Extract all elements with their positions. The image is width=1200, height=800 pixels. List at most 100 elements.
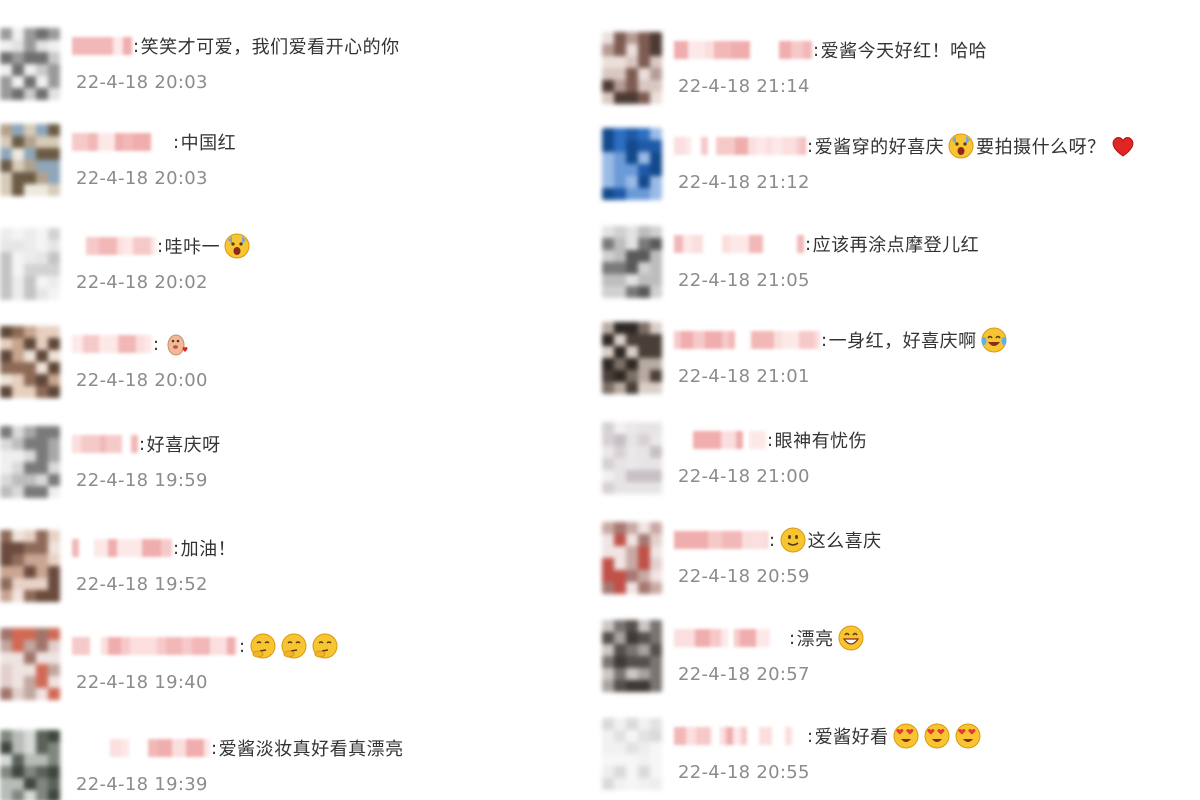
- username-blurred[interactable]: [674, 529, 768, 551]
- comment-item: : 22-4-18 20:00: [0, 326, 590, 406]
- comment-item: : 中国红 22-4-18 20:03: [0, 124, 590, 204]
- name-separator: :: [133, 35, 140, 57]
- username-blurred[interactable]: [72, 131, 172, 153]
- avatar[interactable]: [0, 124, 60, 196]
- username-blurred[interactable]: [674, 233, 804, 255]
- comment-timestamp: 22-4-18 21:00: [678, 466, 810, 487]
- avatar[interactable]: [0, 228, 60, 300]
- username-blurred[interactable]: [674, 39, 812, 61]
- name-separator: :: [239, 635, 246, 657]
- comment-line: : 爱酱好看: [674, 722, 982, 750]
- comment-column-right: : 爱酱今天好红！哈哈 22-4-18 21:14 : 爱酱穿的好喜庆 要拍摄什么呀？ 22…: [602, 0, 1200, 800]
- name-separator: :: [789, 627, 796, 649]
- username-blurred[interactable]: [674, 429, 766, 451]
- comment-text: 爱酱淡妆真好看真漂亮: [218, 739, 404, 760]
- name-separator: :: [821, 329, 828, 351]
- comment-item: : 爱酱好看 22-4-18 20:55: [602, 718, 1192, 798]
- comment-text: 一身红，好喜庆啊: [828, 331, 977, 352]
- comment-timestamp: 22-4-18 19:59: [76, 470, 208, 491]
- name-separator: :: [153, 333, 160, 355]
- comment-timestamp: 22-4-18 21:05: [678, 270, 810, 291]
- scream-emoji-icon: [947, 132, 975, 160]
- username-blurred[interactable]: [72, 737, 210, 759]
- avatar[interactable]: [0, 426, 60, 498]
- comment-timestamp: 22-4-18 20:03: [76, 168, 208, 189]
- avatar[interactable]: [0, 326, 60, 398]
- name-separator: :: [173, 131, 180, 153]
- comment-text: 哇咔一: [164, 237, 221, 258]
- doge-heart-emoji-icon: [163, 330, 191, 358]
- name-separator: :: [211, 737, 218, 759]
- grin-emoji-icon: [837, 624, 865, 652]
- name-separator: :: [767, 429, 774, 451]
- avatar[interactable]: [602, 718, 662, 790]
- comment-text: 爱酱今天好红！哈哈: [820, 41, 988, 62]
- username-blurred[interactable]: [72, 235, 156, 257]
- comment-item: : 笑笑才可爱，我们爱看开心的你 22-4-18 20:03: [0, 28, 590, 108]
- thinking-emoji-icon: [280, 632, 308, 660]
- username-blurred[interactable]: [72, 35, 132, 57]
- comment-item: : 一身红，好喜庆啊 22-4-18 21:01: [602, 322, 1192, 402]
- comment-item: : 漂亮 22-4-18 20:57: [602, 620, 1192, 700]
- comment-item: : 应该再涂点摩登儿红 22-4-18 21:05: [602, 226, 1192, 306]
- comment-line: :: [72, 632, 339, 660]
- username-blurred[interactable]: [674, 135, 806, 157]
- comment-item: : 爱酱今天好红！哈哈 22-4-18 21:14: [602, 32, 1192, 112]
- thinking-emoji-icon: [249, 632, 277, 660]
- comment-timestamp: 22-4-18 19:39: [76, 774, 208, 795]
- comment-line: : 漂亮: [674, 624, 865, 652]
- avatar[interactable]: [602, 322, 662, 394]
- comment-text: 应该再涂点摩登儿红: [812, 235, 980, 256]
- comment-text-continued: 要拍摄什么呀？: [976, 137, 1106, 158]
- username-blurred[interactable]: [72, 635, 238, 657]
- comment-text: 漂亮: [796, 629, 834, 650]
- name-separator: :: [807, 725, 814, 747]
- avatar[interactable]: [602, 422, 662, 494]
- comment-item: : 22-4-18 19:40: [0, 628, 590, 708]
- comment-line: : 爱酱淡妆真好看真漂亮: [72, 734, 404, 762]
- avatar[interactable]: [0, 628, 60, 700]
- comment-line: : 加油！: [72, 534, 236, 562]
- avatar[interactable]: [0, 530, 60, 602]
- heart-eyes-emoji-icon: [923, 722, 951, 750]
- avatar[interactable]: [0, 730, 60, 800]
- comment-line: : 爱酱穿的好喜庆 要拍摄什么呀？: [674, 132, 1137, 160]
- comment-text: 中国红: [180, 133, 237, 154]
- comment-column-left: : 笑笑才可爱，我们爱看开心的你 22-4-18 20:03: 中国红 22-4-18 …: [0, 0, 600, 800]
- smile-emoji-icon: [779, 526, 807, 554]
- avatar[interactable]: [602, 620, 662, 692]
- username-blurred[interactable]: [72, 333, 152, 355]
- comment-item: : 眼神有忧伤 22-4-18 21:00: [602, 422, 1192, 502]
- avatar[interactable]: [602, 128, 662, 200]
- comment-line: :: [72, 330, 191, 358]
- name-separator: :: [157, 235, 164, 257]
- comment-timestamp: 22-4-18 19:40: [76, 672, 208, 693]
- avatar[interactable]: [602, 32, 662, 104]
- comment-line: : 应该再涂点摩登儿红: [674, 230, 979, 258]
- username-blurred[interactable]: [674, 627, 788, 649]
- name-separator: :: [813, 39, 820, 61]
- name-separator: :: [769, 529, 776, 551]
- comment-timestamp: 22-4-18 20:57: [678, 664, 810, 685]
- username-blurred[interactable]: [72, 433, 138, 455]
- avatar[interactable]: [602, 522, 662, 594]
- red-heart-emoji-icon: [1109, 132, 1137, 160]
- avatar[interactable]: [0, 28, 60, 100]
- comment-line: : 眼神有忧伤: [674, 426, 867, 454]
- name-separator: :: [173, 537, 180, 559]
- comment-item: : 哇咔一 22-4-18 20:02: [0, 228, 590, 308]
- comment-item: : 加油！ 22-4-18 19:52: [0, 530, 590, 610]
- heart-eyes-emoji-icon: [892, 722, 920, 750]
- username-blurred[interactable]: [72, 537, 172, 559]
- username-blurred[interactable]: [674, 329, 820, 351]
- comment-text: 加油！: [180, 539, 237, 560]
- comment-line: : 笑笑才可爱，我们爱看开心的你: [72, 32, 400, 60]
- comment-timestamp: 22-4-18 20:59: [678, 566, 810, 587]
- comment-line: : 哇咔一: [72, 232, 251, 260]
- avatar[interactable]: [602, 226, 662, 298]
- comment-text: 笑笑才可爱，我们爱看开心的你: [140, 37, 400, 58]
- comment-text: 爱酱好看: [814, 727, 889, 748]
- comment-timestamp: 22-4-18 20:03: [76, 72, 208, 93]
- comment-timestamp: 22-4-18 20:55: [678, 762, 810, 783]
- username-blurred[interactable]: [674, 725, 806, 747]
